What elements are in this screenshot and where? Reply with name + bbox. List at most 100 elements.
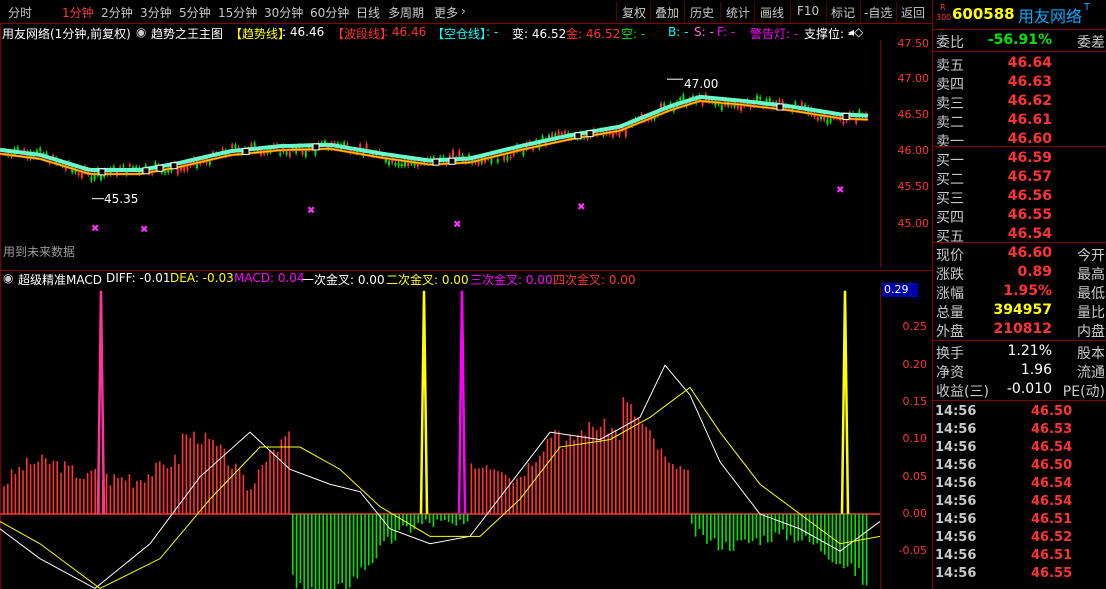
bid-price: 46.54 bbox=[1007, 226, 1052, 242]
extra-label: 收益(三) bbox=[936, 384, 989, 400]
candle-body bbox=[365, 143, 368, 150]
candle-body bbox=[346, 143, 349, 146]
weibi-value: -56.91% bbox=[987, 32, 1052, 48]
candle-body bbox=[660, 103, 662, 108]
extra-label: 换手 bbox=[936, 346, 964, 362]
candle-body bbox=[506, 156, 509, 161]
ask-price: 46.62 bbox=[1007, 93, 1052, 109]
chevron-right-icon[interactable]: › bbox=[461, 4, 466, 18]
quote-value: 46.60 bbox=[1007, 245, 1052, 261]
back-button[interactable]: 返回 bbox=[901, 4, 925, 21]
bid-label: 买二 bbox=[936, 172, 964, 188]
y-tick: 46.50 bbox=[897, 108, 930, 121]
period-tab-3min[interactable]: 3分钟 bbox=[140, 4, 172, 21]
golden-cross-spike bbox=[457, 290, 467, 515]
stats-button[interactable]: 统计 bbox=[726, 4, 750, 21]
bid-price: 46.57 bbox=[1007, 169, 1052, 185]
tick-time: 14:56 bbox=[935, 458, 977, 473]
bid-row[interactable]: 买二 46.57 bbox=[933, 169, 1106, 188]
ask-row[interactable]: 卖三 46.62 bbox=[933, 93, 1106, 112]
f10-button[interactable]: F10 bbox=[797, 4, 819, 18]
quote-value: 0.89 bbox=[1017, 264, 1052, 280]
period-tab-5min[interactable]: 5分钟 bbox=[179, 4, 211, 21]
golden-cross-spike bbox=[840, 290, 850, 515]
candle-body bbox=[400, 164, 403, 167]
candle-body bbox=[829, 118, 832, 123]
candle-body bbox=[279, 152, 282, 156]
signal-box bbox=[98, 168, 106, 176]
signal-box bbox=[156, 164, 164, 172]
signal-box bbox=[142, 167, 150, 175]
period-tab-daily[interactable]: 日线 bbox=[356, 4, 380, 21]
signal-box bbox=[776, 103, 784, 111]
period-tab-more[interactable]: 更多 bbox=[434, 4, 458, 21]
ask-row[interactable]: 卖四 46.63 bbox=[933, 74, 1106, 93]
fuquan-button[interactable]: 复权 bbox=[622, 4, 646, 21]
macd-chart[interactable] bbox=[0, 287, 880, 589]
overlay-button[interactable]: 叠加 bbox=[655, 4, 679, 21]
candle-body bbox=[496, 159, 499, 163]
candle-body bbox=[397, 162, 400, 167]
tick-price: 46.52 bbox=[1031, 530, 1073, 545]
bid-price: 46.55 bbox=[1007, 207, 1052, 223]
tick-time: 14:56 bbox=[935, 476, 977, 491]
ask-label: 卖五 bbox=[936, 58, 964, 74]
tick-time: 14:56 bbox=[935, 440, 977, 455]
period-tab-2min[interactable]: 2分钟 bbox=[101, 4, 133, 21]
extra-value: 1.21% bbox=[1007, 343, 1052, 359]
macd-y-tick: 0.15 bbox=[902, 395, 928, 408]
magenta-x-marker: ✖ bbox=[307, 206, 315, 217]
cross4-label: 四次金叉: 0.00 bbox=[553, 273, 636, 287]
macd-y-tick: 0.20 bbox=[902, 358, 928, 371]
stock-name: 用友网络 bbox=[1018, 7, 1083, 26]
candle-body bbox=[128, 164, 131, 167]
tick-price: 46.53 bbox=[1031, 422, 1073, 437]
candle-body bbox=[122, 165, 125, 167]
bid-label: 买四 bbox=[936, 210, 964, 226]
bid-row[interactable]: 买三 46.56 bbox=[933, 188, 1106, 207]
draw-line-button[interactable]: 画线 bbox=[760, 4, 784, 21]
extra-value: -0.010 bbox=[1006, 381, 1052, 397]
candle-body bbox=[522, 150, 525, 156]
bid-row[interactable]: 买四 46.55 bbox=[933, 207, 1106, 226]
history-button[interactable]: 历史 bbox=[690, 4, 714, 21]
tick-time: 14:56 bbox=[935, 530, 977, 545]
tick-price: 46.54 bbox=[1031, 440, 1073, 455]
candle-body bbox=[112, 166, 115, 168]
ask-row[interactable]: 卖二 46.61 bbox=[933, 112, 1106, 131]
period-tab-1min[interactable]: 1分钟 bbox=[62, 4, 94, 21]
candle-body bbox=[448, 155, 451, 158]
main-price-chart[interactable]: ✖ ✖ ✖ ✖ ✖ ✖ bbox=[0, 40, 880, 268]
magenta-x-marker: ✖ bbox=[836, 185, 844, 196]
tick-row: 14:56 46.50 bbox=[933, 404, 1106, 422]
candle-body bbox=[794, 102, 797, 105]
weibi-row: 委比 -56.91% 委差 bbox=[936, 32, 1105, 51]
period-tab-15min[interactable]: 15分钟 bbox=[218, 4, 257, 21]
period-tab-30min[interactable]: 30分钟 bbox=[264, 4, 303, 21]
ask-row[interactable]: 卖五 46.64 bbox=[933, 55, 1106, 74]
candle-body bbox=[503, 155, 506, 161]
tick-price: 46.55 bbox=[1031, 566, 1073, 581]
cross2-label: 二次金叉: 0.00 bbox=[386, 273, 469, 287]
bid-label: 买三 bbox=[936, 191, 964, 207]
collapse-icon[interactable]: ◉ bbox=[3, 271, 13, 285]
tick-price: 46.51 bbox=[1031, 512, 1073, 527]
signal-box bbox=[574, 132, 582, 140]
golden-cross-spike bbox=[96, 290, 106, 515]
candle-body bbox=[720, 104, 723, 110]
period-tab-fenshi[interactable]: 分时 bbox=[8, 4, 32, 21]
macd-y-tick: 0.00 bbox=[902, 507, 928, 520]
quote-right-label: 量比 bbox=[1077, 305, 1105, 321]
diff-label: DIFF: -0.01 bbox=[106, 271, 171, 285]
bid-row[interactable]: 买一 46.59 bbox=[933, 150, 1106, 169]
period-tab-60min[interactable]: 60分钟 bbox=[310, 4, 349, 21]
candle-body bbox=[458, 150, 461, 158]
extra-label: 净资 bbox=[936, 365, 964, 381]
quote-row: 外盘 210812 内盘 bbox=[933, 321, 1106, 340]
period-tab-multi[interactable]: 多周期 bbox=[388, 4, 424, 21]
t-badge: T bbox=[1084, 2, 1091, 13]
mark-button[interactable]: 标记 bbox=[831, 4, 855, 21]
extra-row: 净资 1.96 流通 bbox=[933, 362, 1106, 381]
remove-watchlist-button[interactable]: -自选 bbox=[864, 4, 892, 21]
candle-body bbox=[768, 98, 771, 102]
